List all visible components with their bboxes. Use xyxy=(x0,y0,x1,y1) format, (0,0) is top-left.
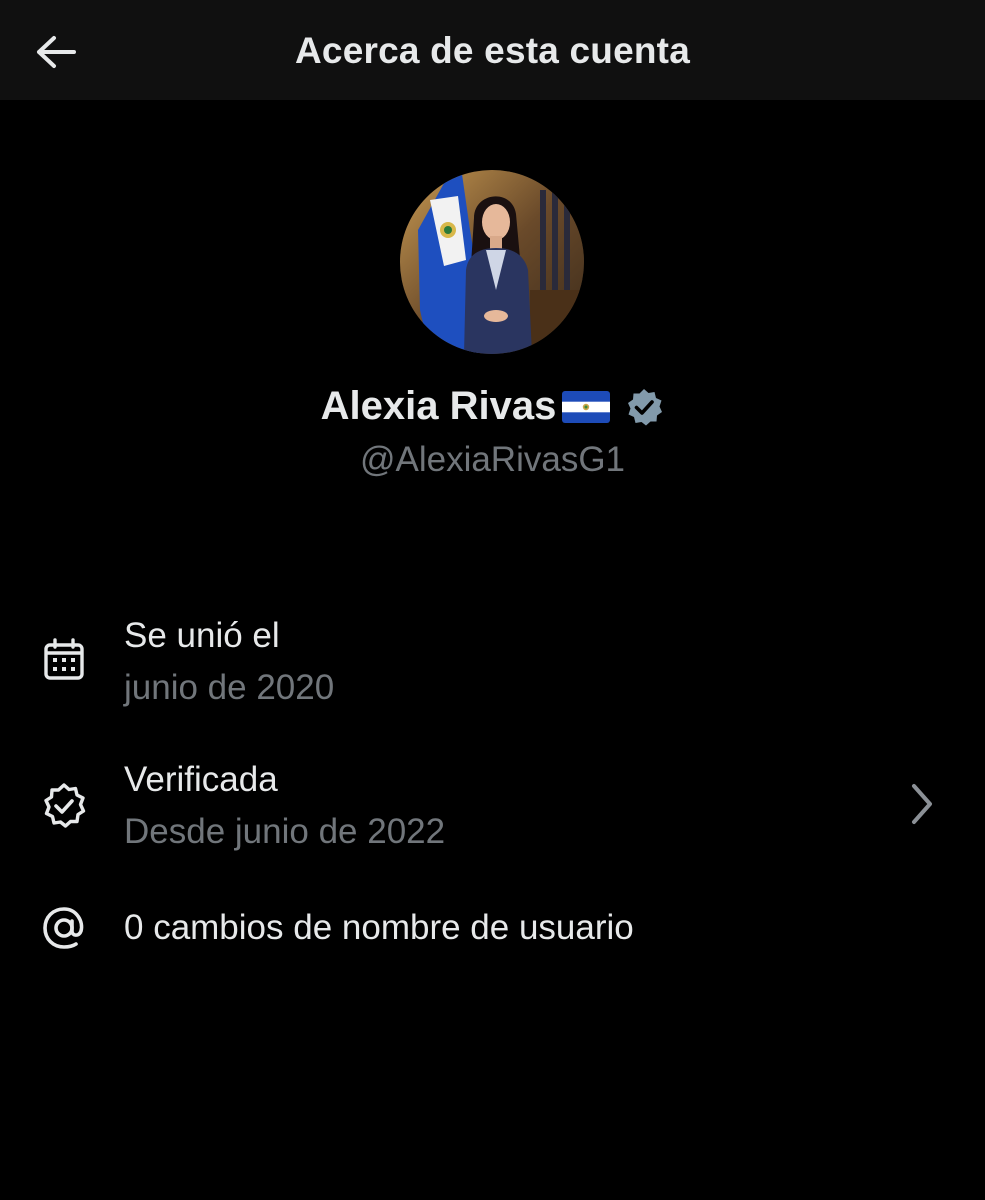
chevron-right-icon xyxy=(912,784,932,824)
avatar-image xyxy=(400,170,584,354)
verified-since: Desde junio de 2022 xyxy=(124,812,446,851)
profile-handle: @AlexiaRivasG1 xyxy=(359,440,626,479)
profile-name: Alexia Rivas xyxy=(320,384,557,428)
calendar-icon-wrap xyxy=(38,634,90,686)
verified-badge-icon[interactable] xyxy=(624,387,664,427)
joined-row: Se unió el junio de 2020 xyxy=(0,610,985,720)
calendar-icon xyxy=(44,638,84,680)
page-title: Acerca de esta cuenta xyxy=(295,30,690,71)
chevron-right-button[interactable] xyxy=(900,776,944,832)
profile-name-row: Alexia Rivas xyxy=(0,384,985,429)
verified-outline-icon xyxy=(44,783,86,828)
username-changes-row: 0 cambios de nombre de usuario xyxy=(0,898,985,968)
joined-title: Se unió el xyxy=(124,616,280,655)
top-bar: Acerca de esta cuenta xyxy=(0,0,985,100)
avatar[interactable] xyxy=(400,170,584,354)
at-sign-icon-wrap xyxy=(38,902,90,954)
el-salvador-flag-icon xyxy=(562,390,611,423)
username-changes-text: 0 cambios de nombre de usuario xyxy=(124,908,634,947)
verified-title: Verificada xyxy=(124,760,278,799)
joined-date: junio de 2020 xyxy=(124,668,335,707)
verified-row[interactable]: Verificada Desde junio de 2022 xyxy=(0,754,985,864)
at-sign-icon xyxy=(43,907,84,949)
verified-outline-icon-wrap xyxy=(38,780,90,832)
